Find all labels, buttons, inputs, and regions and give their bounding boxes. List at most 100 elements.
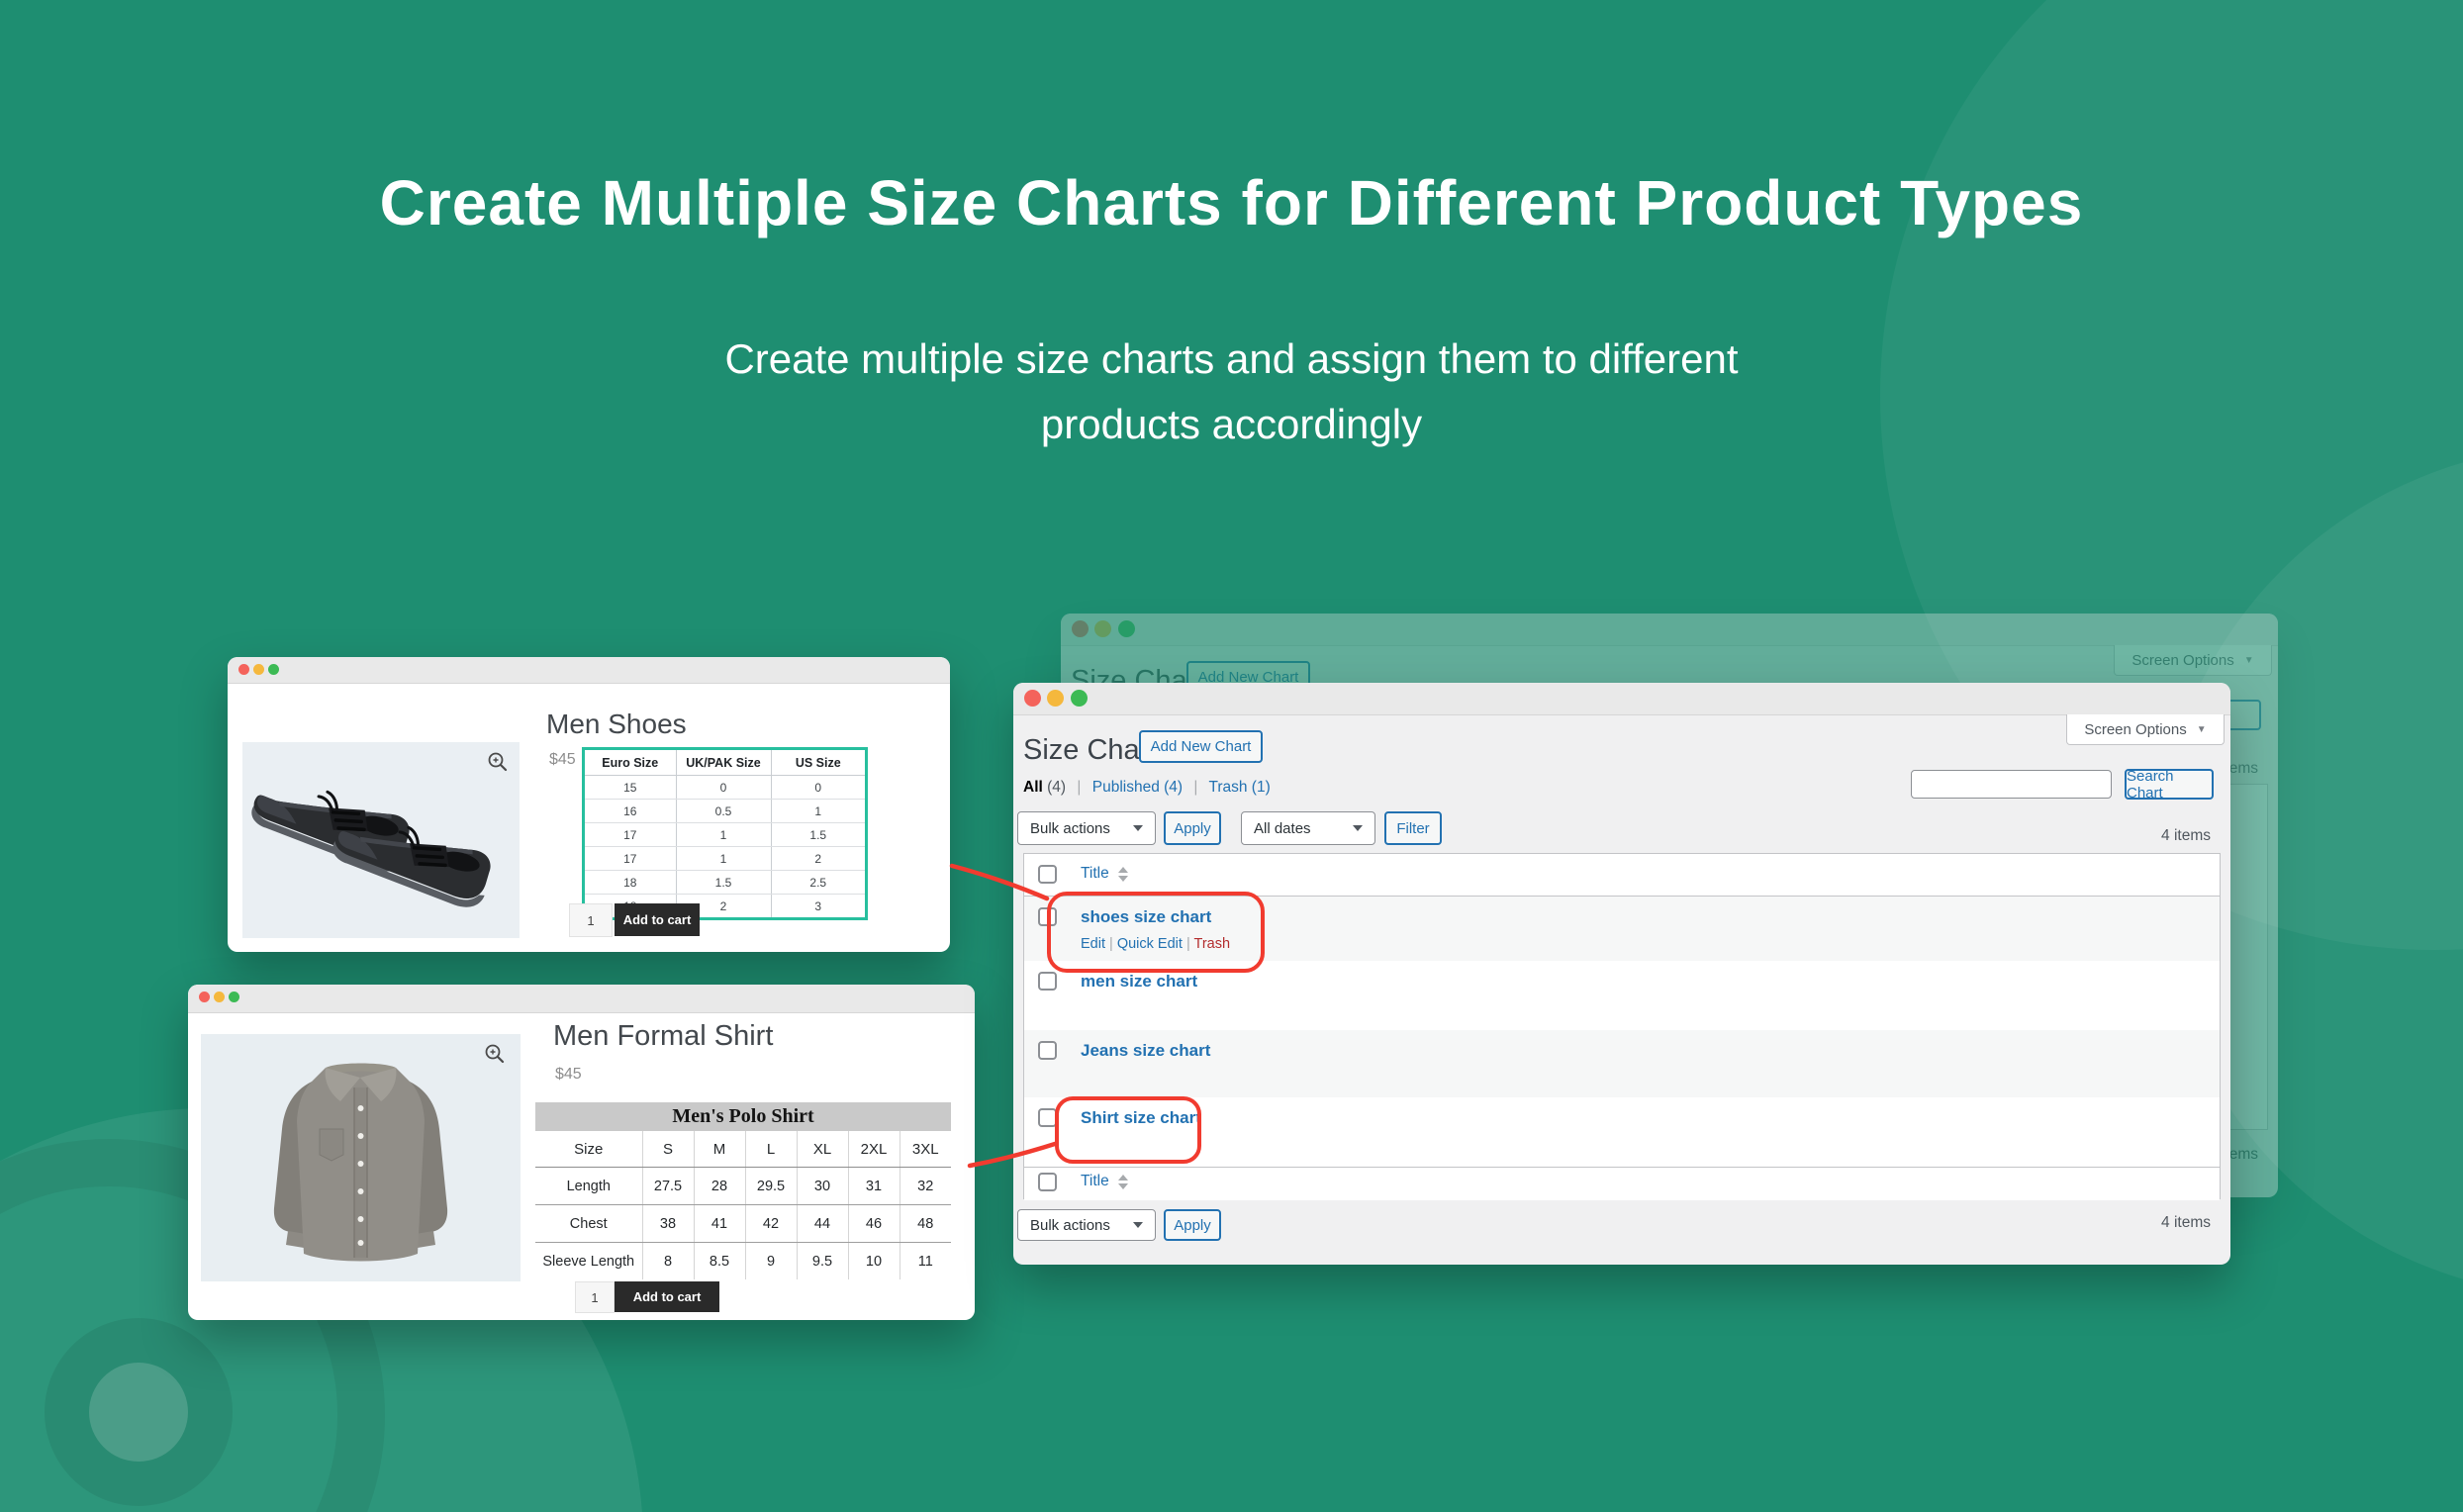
product-title: Men Formal Shirt [553, 1020, 773, 1053]
zoom-dot-icon[interactable] [1071, 690, 1088, 707]
title-column-header[interactable]: Title [1081, 865, 1128, 883]
bulk-actions-select[interactable]: Bulk actions [1017, 811, 1156, 845]
size-table-row: Length27.52829.5303132 [535, 1168, 951, 1205]
items-count-footer: 4 items [2161, 1214, 2211, 1232]
shoes-product-image-box [242, 742, 520, 938]
shirt-size-cell: 48 [900, 1205, 951, 1243]
screen-options-button[interactable]: Screen Options ▼ [2066, 714, 2225, 745]
shoes-size-cell: 1.5 [676, 871, 771, 895]
view-filter-links: All (4) | Published (4) | Trash (1) [1023, 779, 1271, 797]
size-table-header-row: Euro Size UK/PAK Size US Size [585, 750, 865, 776]
shirt-size-cell: 29.5 [745, 1168, 797, 1205]
minimize-dot-icon[interactable] [1047, 690, 1064, 707]
bulk-actions-select-footer[interactable]: Bulk actions [1017, 1209, 1156, 1241]
shirt-size-table: Size S M L XL 2XL 3XL Length27.52829.530… [535, 1131, 951, 1279]
select-all-checkbox[interactable] [1038, 1173, 1057, 1191]
ghost-screen-options-label: Screen Options [2131, 652, 2233, 669]
size-table-header: L [745, 1131, 797, 1168]
size-table-header: XL [797, 1131, 848, 1168]
size-table-header: US Size [771, 750, 865, 776]
magnifier-zoom-icon[interactable] [486, 750, 510, 774]
dropdown-arrow-icon: ▼ [2244, 655, 2254, 666]
shoes-size-cell: 1.5 [771, 823, 865, 847]
apply-button-footer[interactable]: Apply [1164, 1209, 1221, 1241]
bulk-actions-label: Bulk actions [1030, 1217, 1110, 1234]
product-price: $45 [555, 1066, 582, 1084]
shirt-product-window: Men Formal Shirt $45 Men's Polo Shirt Si… [188, 985, 975, 1320]
product-price: $45 [549, 751, 576, 769]
shoes-size-cell: 0 [676, 776, 771, 800]
table-row-shirt-size-chart: Shirt size chart [1024, 1097, 2220, 1167]
add-to-cart-button[interactable]: Add to cart [615, 903, 700, 936]
row-title-link[interactable]: men size chart [1081, 972, 1197, 991]
size-table-header: Euro Size [585, 750, 676, 776]
size-table-row: Chest384142444648 [535, 1205, 951, 1243]
title-column-header[interactable]: Title [1081, 1173, 1128, 1190]
shirt-size-cell: 9.5 [797, 1243, 848, 1280]
size-table-row: 1711.5 [585, 823, 865, 847]
apply-button[interactable]: Apply [1164, 811, 1221, 845]
select-all-checkbox[interactable] [1038, 865, 1057, 884]
separator: | [1077, 779, 1081, 796]
shoes-size-cell: 18 [585, 871, 676, 895]
all-dates-select[interactable]: All dates [1241, 811, 1375, 845]
shirt-product-image-box [201, 1034, 521, 1281]
shirt-size-cell: 46 [848, 1205, 900, 1243]
minimize-dot-icon[interactable] [214, 992, 225, 1002]
shirt-size-cell: 8.5 [694, 1243, 745, 1280]
size-table-row: 160.51 [585, 800, 865, 823]
shoes-size-table: Euro Size UK/PAK Size US Size 1500160.51… [582, 747, 868, 920]
shoes-size-cell: 16 [585, 800, 676, 823]
row-checkbox[interactable] [1038, 1041, 1057, 1060]
minimize-dot-icon[interactable] [253, 664, 264, 675]
table-header-row: Title [1024, 854, 2220, 897]
size-table-header: 3XL [900, 1131, 951, 1168]
shirt-size-cell: 44 [797, 1205, 848, 1243]
shoes-size-cell: 17 [585, 847, 676, 871]
filter-button[interactable]: Filter [1384, 811, 1442, 845]
shoes-product-image [242, 742, 520, 938]
magnifier-zoom-icon[interactable] [483, 1042, 507, 1066]
shirt-size-cell: 32 [900, 1168, 951, 1205]
chevron-down-icon [1133, 1222, 1143, 1228]
size-table-row: 1712 [585, 847, 865, 871]
shirt-size-cell: 41 [694, 1205, 745, 1243]
window-title-bar [188, 985, 975, 1013]
size-table-header: 2XL [848, 1131, 900, 1168]
all-dates-label: All dates [1254, 820, 1311, 837]
view-trash-link[interactable]: Trash (1) [1208, 779, 1270, 796]
window-title-bar [1061, 614, 2278, 646]
view-published-link[interactable]: Published (4) [1092, 779, 1183, 796]
shirt-size-cell: 31 [848, 1168, 900, 1205]
sort-icon [1118, 867, 1128, 882]
shoes-size-cell: 2 [771, 847, 865, 871]
hero-subtitle: Create multiple size charts and assign t… [0, 327, 2463, 457]
close-dot-icon [1072, 620, 1089, 637]
size-table-header: M [694, 1131, 745, 1168]
close-dot-icon[interactable] [238, 664, 249, 675]
row-checkbox[interactable] [1038, 972, 1057, 991]
shirt-size-cell: 30 [797, 1168, 848, 1205]
close-dot-icon[interactable] [1024, 690, 1041, 707]
shirt-product-image [201, 1034, 521, 1281]
add-to-cart-button[interactable]: Add to cart [615, 1281, 719, 1312]
shoes-size-cell: 1 [676, 847, 771, 871]
separator: | [1193, 779, 1197, 796]
search-input[interactable] [1911, 770, 2112, 799]
quantity-input[interactable]: 1 [575, 1281, 615, 1313]
shirt-size-cell: Sleeve Length [535, 1243, 642, 1280]
items-count: 4 items [2161, 827, 2211, 845]
close-dot-icon[interactable] [199, 992, 210, 1002]
shoes-size-cell: 17 [585, 823, 676, 847]
add-new-chart-button[interactable]: Add New Chart [1139, 730, 1263, 763]
row-title-link[interactable]: Jeans size chart [1081, 1041, 1210, 1060]
view-all-link[interactable]: All [1023, 779, 1043, 796]
shoes-size-cell: 0.5 [676, 800, 771, 823]
shirt-size-table-title: Men's Polo Shirt [535, 1102, 951, 1131]
zoom-dot-icon[interactable] [268, 664, 279, 675]
zoom-dot-icon[interactable] [229, 992, 239, 1002]
shirt-size-cell: Chest [535, 1205, 642, 1243]
search-chart-button[interactable]: Search Chart [2125, 769, 2214, 800]
title-column-label: Title [1081, 1173, 1109, 1190]
quantity-input[interactable]: 1 [569, 903, 613, 937]
